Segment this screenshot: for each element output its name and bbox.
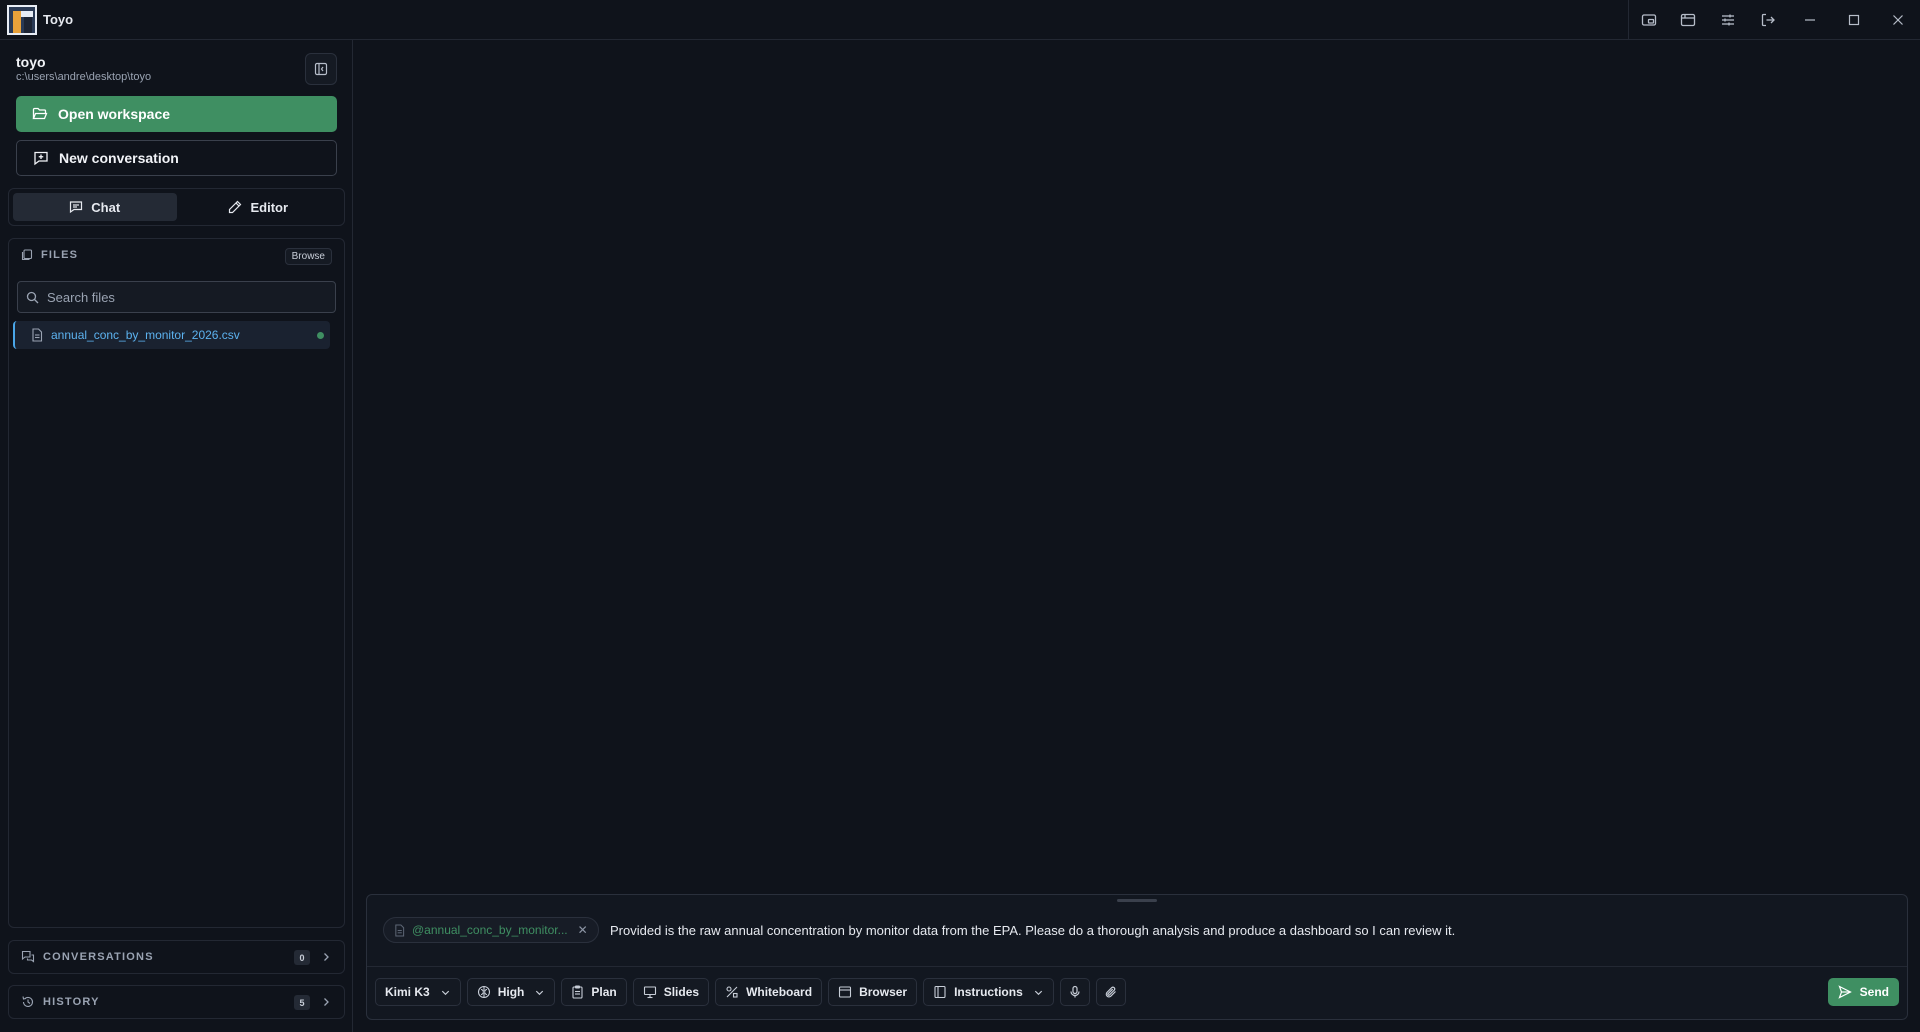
plan-button[interactable]: Plan [561, 978, 627, 1006]
window-controls [1628, 0, 1920, 40]
maximize-icon[interactable] [1832, 0, 1876, 40]
plan-label: Plan [591, 985, 617, 999]
browser-label: Browser [859, 985, 908, 999]
send-icon [1838, 985, 1852, 999]
search-files-box[interactable] [17, 281, 336, 313]
files-header-label: FILES [41, 249, 79, 261]
conversations-icon [21, 950, 35, 963]
main-area: @annual_conc_by_monitor... ✕ Provided is… [354, 40, 1920, 1032]
brain-icon [477, 985, 490, 999]
sidebar-panel-icon [314, 62, 328, 76]
clipboard-icon [572, 985, 583, 999]
title-bar: Toyo [0, 0, 1920, 40]
search-files-input[interactable] [47, 289, 335, 305]
instructions-label: Instructions [954, 985, 1023, 999]
new-conversation-button[interactable]: New conversation [16, 140, 337, 176]
folder-open-icon [32, 107, 48, 120]
shapes-icon [726, 986, 738, 998]
tab-chat[interactable]: Chat [13, 193, 177, 221]
composer-toolbar: Kimi K3 High Plan Slides Whiteboard Brow… [375, 977, 1899, 1007]
chevron-right-icon [324, 998, 329, 1006]
send-button[interactable]: Send [1827, 978, 1899, 1006]
history-count: 5 [294, 995, 310, 1010]
conversations-section[interactable]: CONVERSATIONS 0 [8, 940, 345, 974]
composer-resize-handle[interactable] [1117, 899, 1157, 902]
conversations-count: 0 [294, 950, 310, 965]
open-workspace-button[interactable]: Open workspace [16, 96, 337, 132]
presentation-icon [643, 986, 656, 999]
files-icon [21, 249, 33, 261]
close-icon[interactable] [1876, 0, 1920, 40]
collapse-sidebar-button[interactable] [305, 53, 337, 85]
picture-in-picture-icon[interactable] [1628, 0, 1668, 40]
file-icon [32, 328, 43, 342]
attached-file-name: @annual_conc_by_monitor... [412, 923, 568, 937]
workspace-name: toyo [16, 54, 46, 70]
settings-sliders-icon[interactable] [1708, 0, 1748, 40]
microphone-button[interactable] [1059, 978, 1090, 1006]
effort-label: High [497, 985, 525, 999]
browser-button[interactable]: Browser [828, 978, 918, 1006]
chevron-down-icon [536, 990, 544, 995]
composer: @annual_conc_by_monitor... ✕ Provided is… [366, 894, 1908, 1020]
chevron-right-icon [324, 953, 329, 961]
window-layout-icon[interactable] [1668, 0, 1708, 40]
paperclip-icon [1105, 986, 1116, 998]
history-label: HISTORY [43, 996, 100, 1008]
slides-label: Slides [663, 985, 700, 999]
logout-icon[interactable] [1748, 0, 1788, 40]
file-icon [395, 923, 405, 937]
files-header: FILES [21, 249, 78, 261]
effort-select[interactable]: High [466, 978, 556, 1006]
file-item-name: annual_conc_by_monitor_2026.csv [51, 328, 240, 342]
workspace-path: c:\users\andre\desktop\toyo [16, 71, 152, 83]
book-icon [934, 985, 946, 999]
app-title: Toyo [43, 12, 74, 27]
file-status-dot [317, 332, 324, 339]
app-logo [7, 4, 37, 35]
composer-input-area[interactable]: @annual_conc_by_monitor... ✕ Provided is… [367, 905, 1907, 967]
new-conversation-label: New conversation [59, 150, 179, 166]
whiteboard-label: Whiteboard [746, 985, 813, 999]
sidebar: toyo c:\users\andre\desktop\toyo Open wo… [0, 40, 353, 1032]
browse-button[interactable]: Browse [284, 248, 332, 265]
attached-file-chip[interactable]: @annual_conc_by_monitor... ✕ [383, 917, 599, 943]
remove-attachment-icon[interactable]: ✕ [578, 923, 588, 937]
tab-chat-label: Chat [91, 199, 121, 215]
tab-editor-label: Editor [250, 199, 289, 215]
files-panel: FILES Browse annual_conc_by_monitor_2026… [8, 238, 345, 928]
send-label: Send [1859, 985, 1889, 999]
prompt-text[interactable]: Provided is the raw annual concentration… [610, 923, 1455, 938]
tab-editor[interactable]: Editor [177, 193, 341, 221]
browser-window-icon [839, 986, 852, 998]
model-label: Kimi K3 [385, 985, 430, 999]
file-item[interactable]: annual_conc_by_monitor_2026.csv [13, 321, 330, 349]
instructions-select[interactable]: Instructions [923, 978, 1054, 1006]
whiteboard-button[interactable]: Whiteboard [715, 978, 823, 1006]
chat-icon [70, 201, 83, 214]
history-section[interactable]: HISTORY 5 [8, 985, 345, 1019]
chevron-down-icon [1034, 990, 1042, 995]
pencil-icon [229, 200, 242, 214]
message-plus-icon [34, 151, 48, 166]
attach-button[interactable] [1095, 978, 1126, 1006]
conversations-label: CONVERSATIONS [43, 951, 154, 963]
search-icon [26, 291, 39, 303]
chevron-down-icon [441, 990, 449, 995]
slides-button[interactable]: Slides [632, 978, 710, 1006]
open-workspace-label: Open workspace [58, 106, 171, 122]
microphone-icon [1070, 985, 1080, 998]
history-icon [22, 996, 34, 1008]
minimize-icon[interactable] [1788, 0, 1832, 40]
mode-tabs: Chat Editor [8, 188, 345, 226]
model-select[interactable]: Kimi K3 [375, 978, 461, 1006]
